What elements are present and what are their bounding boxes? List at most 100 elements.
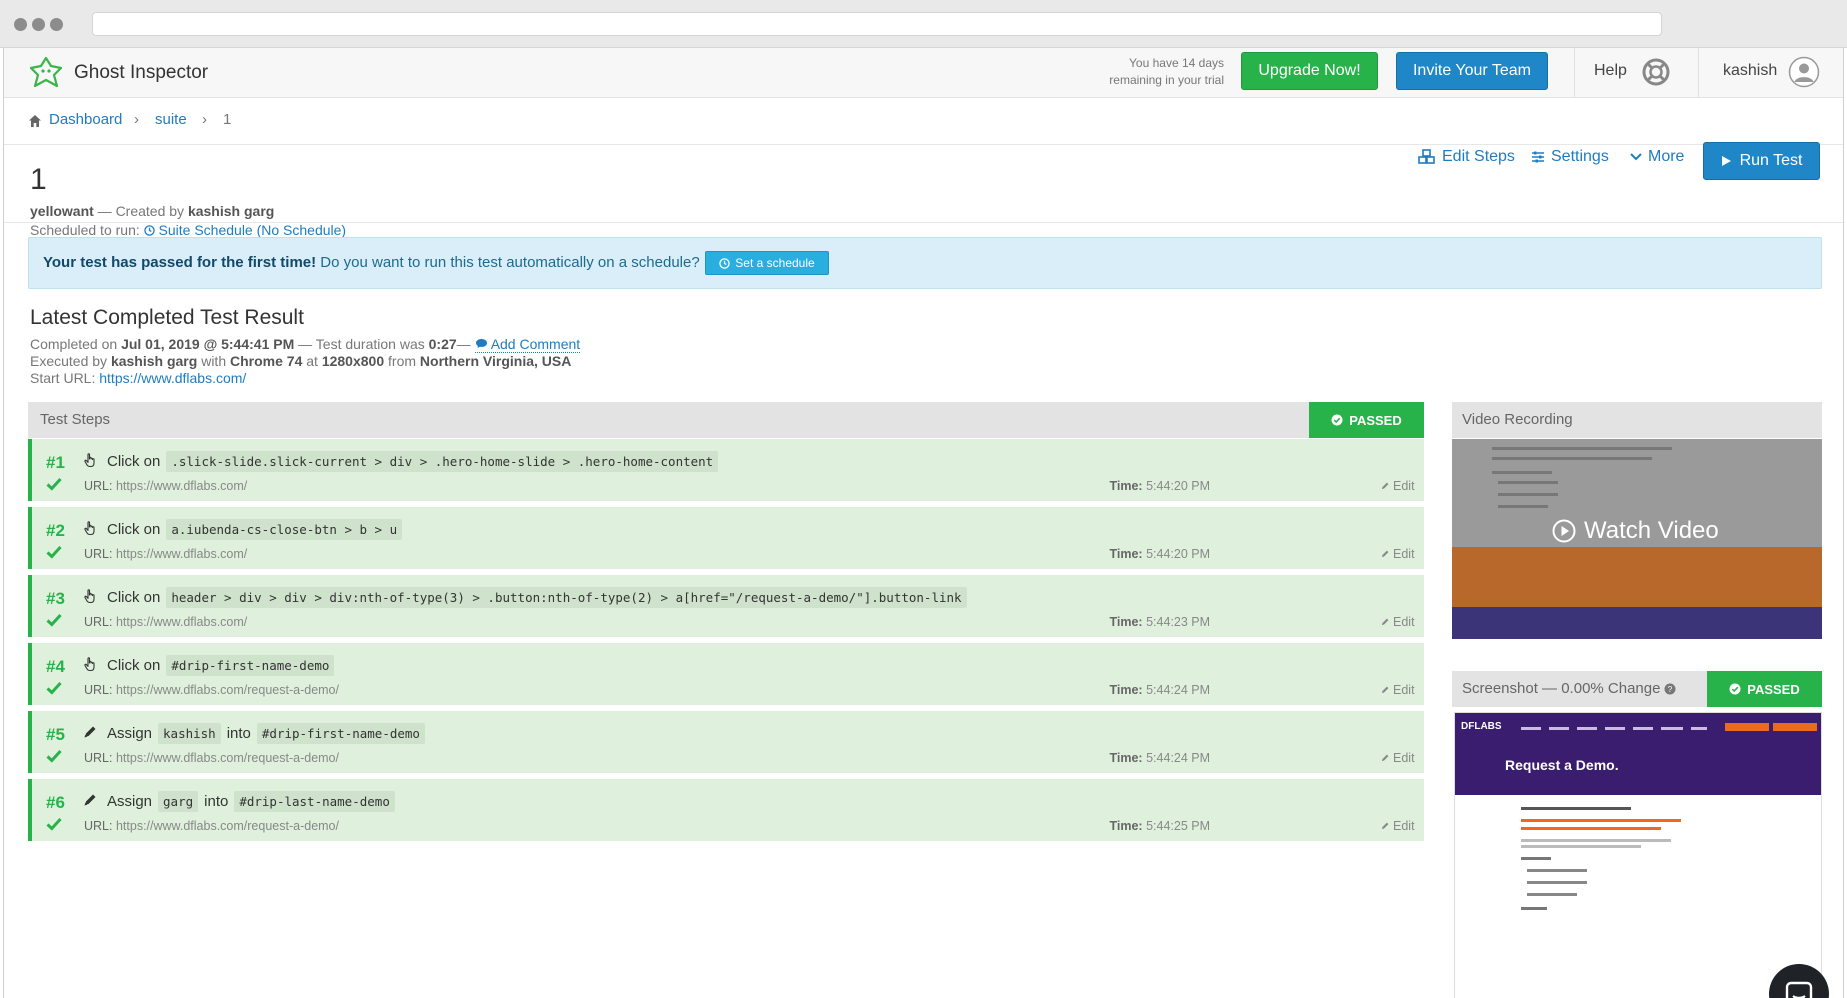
nav-divider xyxy=(1698,48,1699,98)
step-url-value[interactable]: https://www.dflabs.com/ xyxy=(116,547,247,561)
step-edit-link[interactable]: Edit xyxy=(1380,547,1415,561)
user-menu-name[interactable]: kashish xyxy=(1723,62,1777,80)
step-url-value[interactable]: https://www.dflabs.com/request-a-demo/ xyxy=(116,683,339,697)
alert-bold: Your test has passed for the first time! xyxy=(43,254,317,271)
step-edit-link[interactable]: Edit xyxy=(1380,819,1415,833)
home-icon[interactable] xyxy=(28,114,42,128)
pointer-icon xyxy=(84,657,95,672)
created-by-prefix: — Created by xyxy=(93,203,188,219)
completed-prefix: Completed on xyxy=(30,336,122,352)
result-title: Latest Completed Test Result xyxy=(30,306,304,329)
app-name[interactable]: Ghost Inspector xyxy=(74,62,208,84)
step-selector: .slick-slide.slick-current > div > .hero… xyxy=(166,451,719,472)
more-dropdown[interactable]: More xyxy=(1630,145,1684,169)
step-url: URL: https://www.dflabs.com/ xyxy=(84,547,247,561)
step-time: Time: 5:44:23 PM xyxy=(1080,615,1210,629)
address-bar[interactable] xyxy=(92,12,1662,36)
question-circle-icon[interactable]: ? xyxy=(1664,683,1676,695)
breadcrumb-suite[interactable]: suite xyxy=(155,111,187,128)
completed-at: Jul 01, 2019 @ 5:44:41 PM xyxy=(121,336,295,352)
edit-steps-button[interactable]: Edit Steps xyxy=(1418,145,1515,169)
step-time-value: 5:44:24 PM xyxy=(1146,683,1210,697)
step-time: Time: 5:44:24 PM xyxy=(1080,683,1210,697)
window-maximize-dot[interactable] xyxy=(50,18,63,31)
pointer-icon xyxy=(84,521,95,536)
step-url: URL: https://www.dflabs.com/request-a-de… xyxy=(84,751,339,765)
play-circle-icon xyxy=(1552,519,1576,543)
status-badge: PASSED xyxy=(1309,402,1424,438)
step-selector: #drip-first-name-demo xyxy=(166,655,335,676)
executed-prefix: Executed by xyxy=(30,353,111,369)
step-edit-label: Edit xyxy=(1393,479,1415,493)
check-icon xyxy=(46,613,62,627)
step-number: #6 xyxy=(46,793,65,812)
chevron-down-icon xyxy=(1630,153,1642,161)
step-number: #1 xyxy=(46,453,65,472)
pencil-icon xyxy=(84,794,96,806)
breadcrumb: Dashboard › suite › 1 xyxy=(4,99,1843,145)
run-test-button[interactable]: Run Test xyxy=(1703,142,1820,180)
check-icon xyxy=(46,681,62,695)
test-step-row: #6 Assign garg into #drip-last-name-demo URL:… xyxy=(28,779,1424,841)
step-url-label: URL: xyxy=(84,819,113,833)
suite-name[interactable]: yellowant xyxy=(30,203,94,219)
duration-prefix: — Test duration was xyxy=(294,336,429,352)
step-edit-link[interactable]: Edit xyxy=(1380,479,1415,493)
video-frame-footer xyxy=(1452,607,1822,639)
pencil-icon xyxy=(1381,618,1389,626)
check-circle-icon xyxy=(1331,414,1343,426)
check-icon xyxy=(46,545,62,559)
invite-team-button[interactable]: Invite Your Team xyxy=(1396,52,1548,90)
start-url-link[interactable]: https://www.dflabs.com/ xyxy=(99,370,246,386)
screenshot-heading: Request a Demo. xyxy=(1505,757,1619,773)
breadcrumb-dashboard[interactable]: Dashboard xyxy=(49,111,122,128)
step-url-value[interactable]: https://www.dflabs.com/ xyxy=(116,479,247,493)
step-url-value[interactable]: https://www.dflabs.com/request-a-demo/ xyxy=(116,819,339,833)
chevron-right-icon: › xyxy=(134,111,139,128)
ghost-logo-icon[interactable] xyxy=(28,55,64,91)
window-close-dot[interactable] xyxy=(14,18,27,31)
set-schedule-button[interactable]: Set a schedule xyxy=(705,251,829,275)
app-frame: Ghost Inspector You have 14 days remaini… xyxy=(3,48,1844,998)
step-time-value: 5:44:20 PM xyxy=(1146,479,1210,493)
window-minimize-dot[interactable] xyxy=(32,18,45,31)
step-url-value[interactable]: https://www.dflabs.com/ xyxy=(116,615,247,629)
avatar-icon[interactable] xyxy=(1788,56,1820,88)
add-comment-link[interactable]: Add Comment xyxy=(474,336,581,353)
browser-name: Chrome 74 xyxy=(230,353,303,369)
step-edit-link[interactable]: Edit xyxy=(1380,751,1415,765)
step-url-value[interactable]: https://www.dflabs.com/request-a-demo/ xyxy=(116,751,339,765)
step-action: Click on xyxy=(107,589,161,606)
step-edit-link[interactable]: Edit xyxy=(1380,615,1415,629)
upgrade-button[interactable]: Upgrade Now! xyxy=(1241,52,1378,90)
settings-button[interactable]: Settings xyxy=(1531,145,1609,169)
step-into: into xyxy=(226,725,251,742)
lifebuoy-icon[interactable] xyxy=(1641,57,1671,87)
step-number: #3 xyxy=(46,589,65,608)
step-edit-label: Edit xyxy=(1393,615,1415,629)
video-thumbnail[interactable]: Watch Video xyxy=(1452,439,1822,639)
step-time-value: 5:44:23 PM xyxy=(1146,615,1210,629)
screenshot-thumbnail[interactable]: DFLABS Request a Demo. xyxy=(1454,712,1822,998)
step-edit-label: Edit xyxy=(1393,683,1415,697)
step-edit-link[interactable]: Edit xyxy=(1380,683,1415,697)
from-text: from xyxy=(384,353,420,369)
alert-text: Do you want to run this test automatical… xyxy=(316,254,700,271)
step-time-label: Time: xyxy=(1109,547,1143,561)
start-url-line: Start URL: https://www.dflabs.com/ xyxy=(30,370,246,386)
test-step-row: #5 Assign kashish into #drip-first-name-demo… xyxy=(28,711,1424,773)
test-steps-title: Test Steps xyxy=(40,411,111,428)
step-time: Time: 5:44:20 PM xyxy=(1080,479,1210,493)
step-time-label: Time: xyxy=(1109,683,1143,697)
run-test-label: Run Test xyxy=(1739,152,1803,169)
schedule-prefix: Scheduled to run: xyxy=(30,222,144,238)
watch-video-button[interactable]: Watch Video xyxy=(1552,517,1719,545)
test-created-line: yellowant — Created by kashish garg xyxy=(30,203,274,219)
step-time-value: 5:44:20 PM xyxy=(1146,547,1210,561)
step-time-label: Time: xyxy=(1109,615,1143,629)
screenshot-status-badge: PASSED xyxy=(1707,671,1822,707)
video-frame-band xyxy=(1452,547,1822,607)
step-edit-label: Edit xyxy=(1393,819,1415,833)
help-link[interactable]: Help xyxy=(1594,62,1627,80)
pointer-icon xyxy=(84,453,95,468)
